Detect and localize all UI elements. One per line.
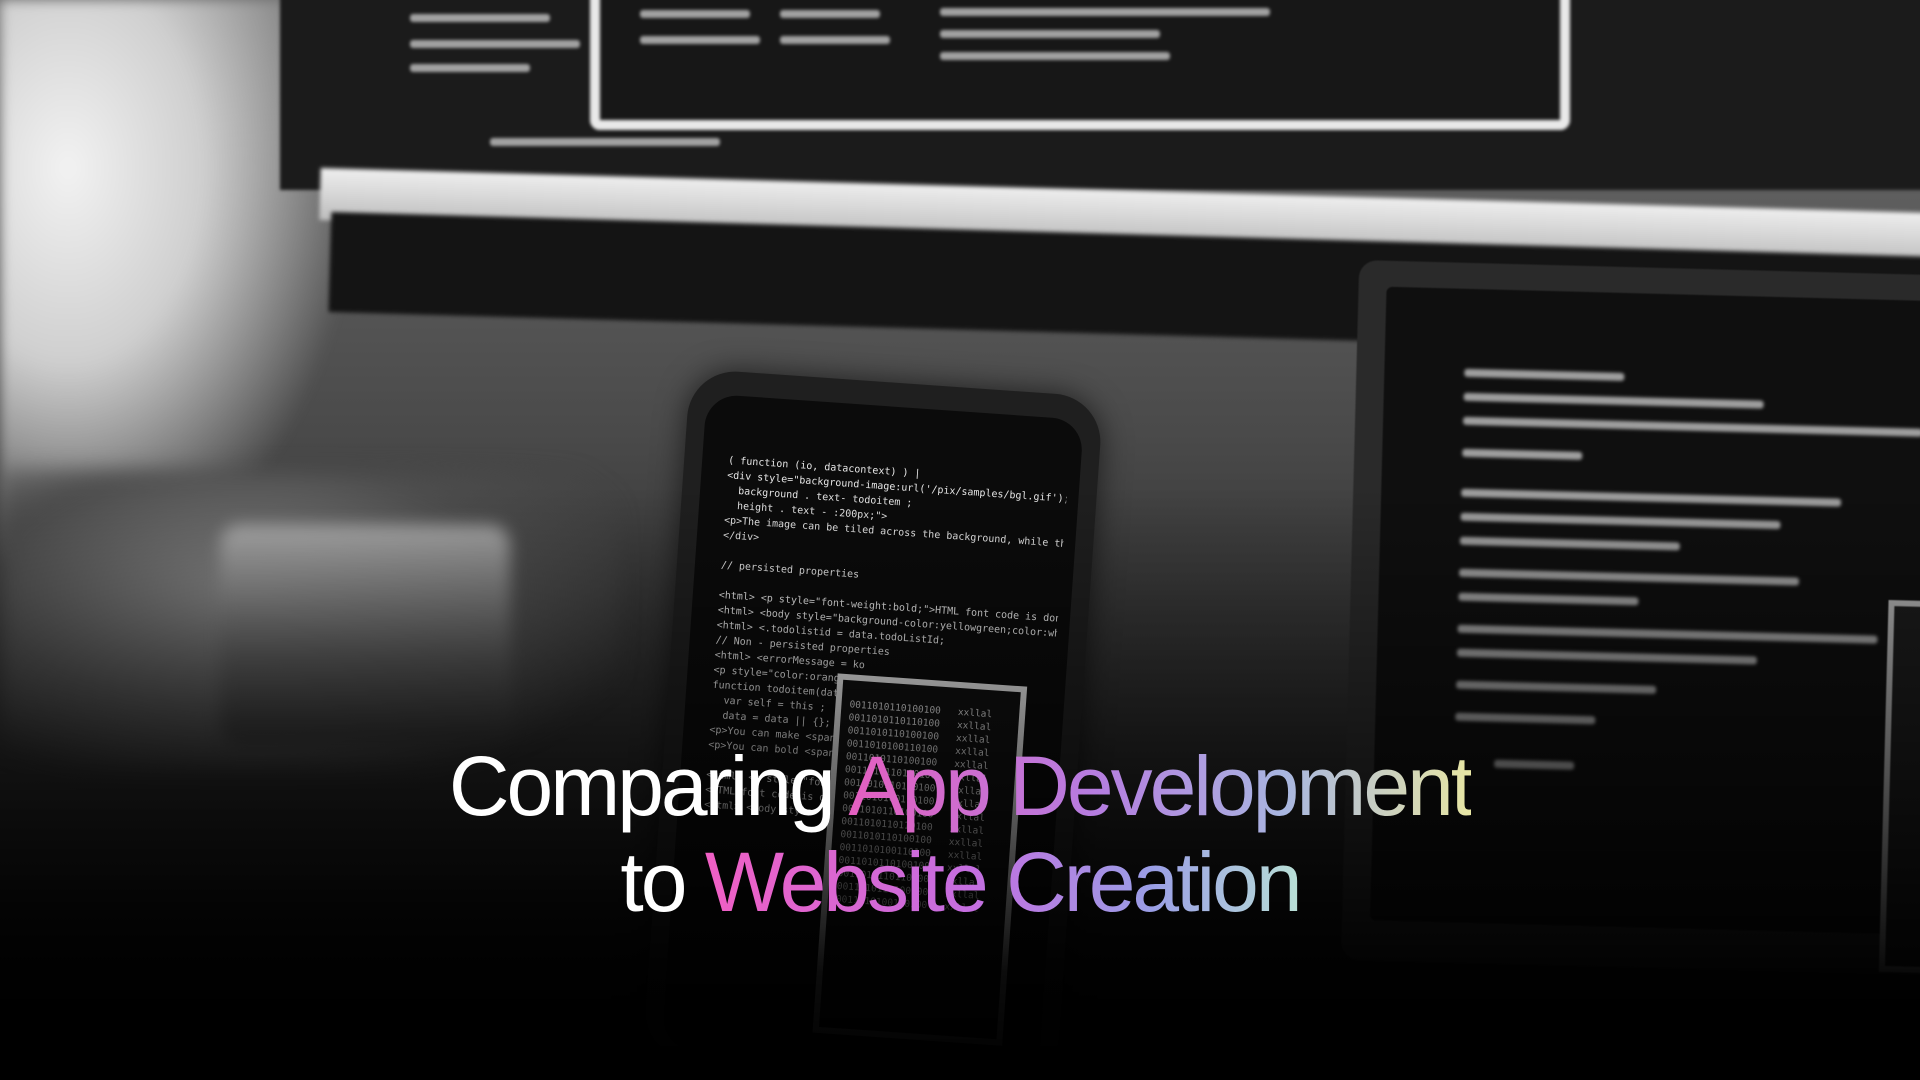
headline-line-2: to Website Creation <box>0 834 1920 930</box>
headline-plain-text: to <box>620 835 705 929</box>
headline-highlight-text: Website Creation <box>704 835 1303 929</box>
hero-banner: ( function (io, datacontext) ) |<div sty… <box>0 0 1920 1080</box>
headline-plain-text: Comparing <box>448 739 849 833</box>
headline-line-1: Comparing App Development <box>0 738 1920 834</box>
headline-highlight-text: App Development <box>848 739 1474 833</box>
headline: Comparing App Development to Website Cre… <box>0 738 1920 930</box>
